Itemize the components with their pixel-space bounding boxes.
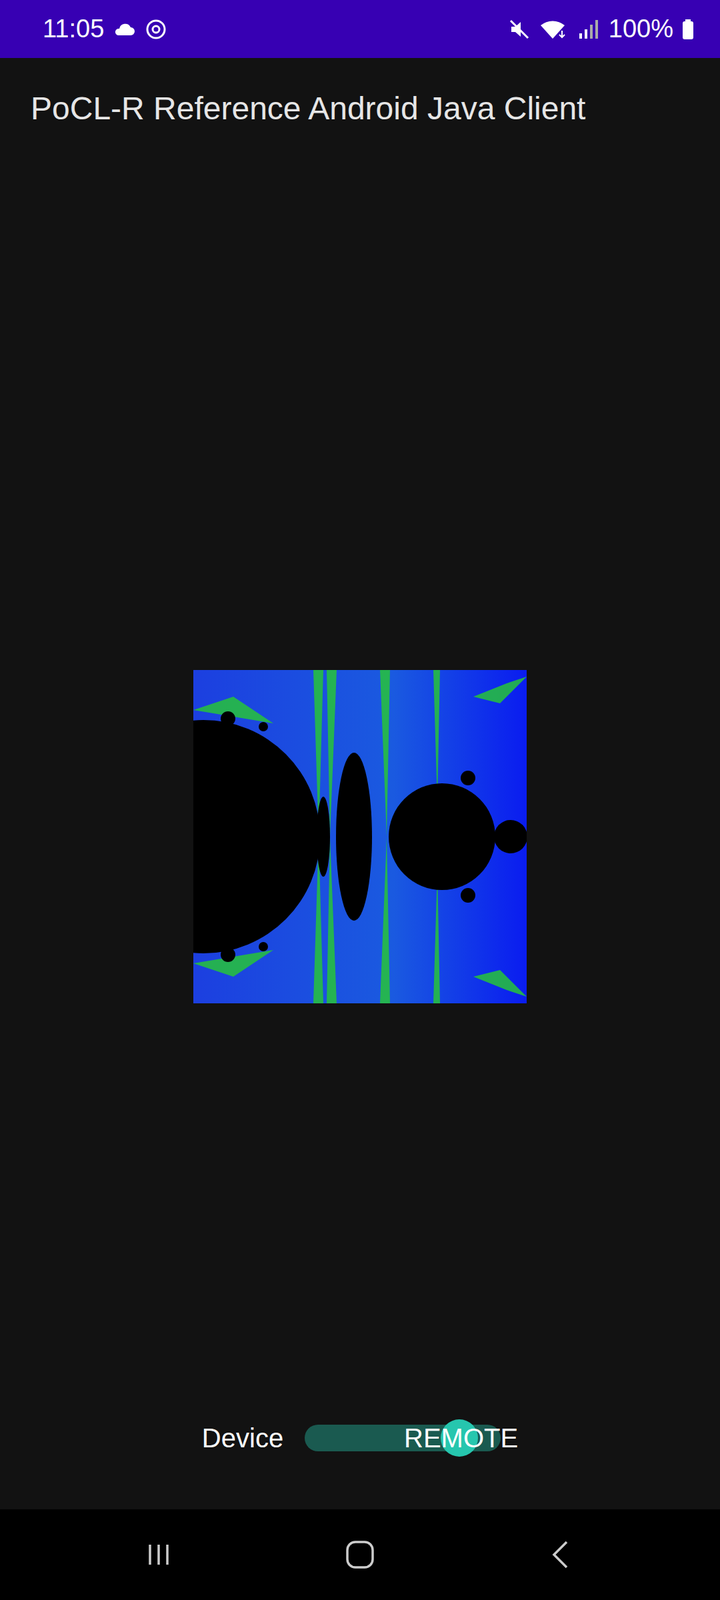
fractal-image — [193, 670, 527, 1004]
back-button[interactable] — [460, 1538, 662, 1572]
recents-button[interactable] — [58, 1538, 260, 1572]
home-button[interactable] — [259, 1538, 461, 1572]
status-time: 11:05 — [42, 14, 104, 44]
navigation-bar — [0, 1509, 720, 1600]
signal-icon — [576, 17, 601, 42]
device-row: Device REMOTE — [0, 1418, 720, 1458]
screen: 11:05 100% PoCL-R Reference Android Java C… — [0, 0, 720, 1600]
wifi-icon — [539, 17, 569, 42]
recents-icon — [142, 1538, 176, 1572]
mute-icon — [507, 17, 532, 42]
battery-level: 100% — [608, 14, 674, 44]
device-label: Device — [202, 1423, 284, 1454]
battery-icon — [681, 17, 695, 42]
home-icon — [343, 1538, 377, 1572]
cloud-icon — [112, 17, 136, 42]
back-icon — [544, 1538, 578, 1572]
status-bar: 11:05 100% — [0, 0, 720, 58]
switch-text: REMOTE — [404, 1423, 518, 1454]
app-title: PoCL-R Reference Android Java Client — [30, 88, 720, 129]
device-switch[interactable]: REMOTE — [304, 1418, 518, 1458]
sync-icon — [144, 17, 168, 42]
